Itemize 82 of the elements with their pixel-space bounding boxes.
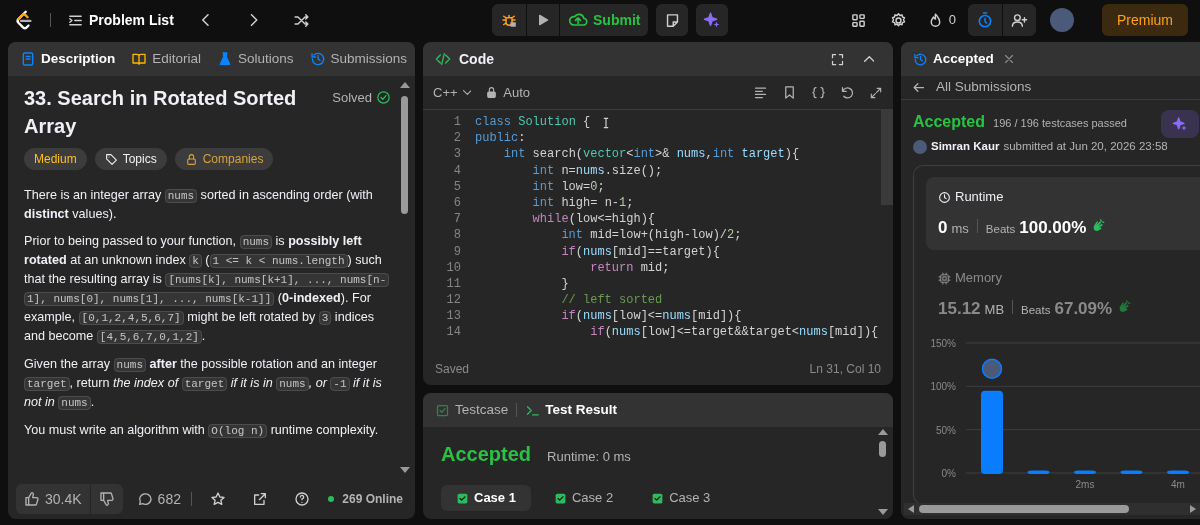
line-number: 7	[452, 211, 462, 228]
language-select[interactable]: C++	[433, 82, 472, 103]
companies-button[interactable]: Companies	[174, 148, 274, 170]
topics-button[interactable]: Topics	[94, 148, 167, 170]
beats-value: 67.09%	[1054, 297, 1113, 320]
code-line: public:	[475, 130, 526, 147]
line-number: 12	[445, 292, 462, 309]
line-number: 2	[452, 130, 462, 147]
submission-time: submitted at Jun 20, 2026 23:58	[1003, 139, 1168, 154]
stat-value: 0	[938, 216, 948, 239]
line-number: 10	[445, 259, 462, 276]
line-number: 6	[452, 194, 462, 212]
code-line: if(nums[mid]==target){	[560, 243, 720, 260]
axis-label: 150%	[930, 338, 956, 350]
comments-button[interactable]: 682	[136, 488, 181, 510]
save-status: Saved	[435, 361, 470, 378]
axis-label: 50%	[936, 424, 956, 436]
axis-label: 0%	[941, 468, 956, 480]
code-line: return mid;	[589, 259, 670, 276]
code-line: int mid=low+(high-low)/2;	[560, 227, 742, 244]
runtime-text: Runtime: 0 ms	[547, 448, 631, 466]
problem-list-button[interactable]: Problem List	[67, 4, 174, 36]
code-line: int high= n-1;	[531, 194, 634, 212]
stat-value: 15.12	[938, 297, 981, 320]
stat-unit: MB	[984, 300, 1005, 319]
beats-label: Beats	[1021, 302, 1051, 318]
code-line: if(nums[low]<=nums[mid]){	[560, 308, 742, 325]
code-line: while(low<=high){	[531, 211, 656, 228]
panel-tab[interactable]: Description	[20, 48, 116, 70]
code-line: int search(vector<int>& nums,int target){	[502, 146, 800, 163]
code-line: class Solution {	[475, 114, 591, 131]
code-line: int n=nums.size();	[531, 162, 663, 179]
stat-label: Runtime	[955, 188, 1004, 207]
panel-tab[interactable]: Testcase	[435, 399, 509, 421]
submission-status: Accepted	[913, 112, 986, 132]
beats-value: 100.00%	[1019, 216, 1087, 239]
stat-unit: ms	[951, 219, 969, 238]
mode-button[interactable]: Auto	[485, 82, 530, 103]
description-paragraph: Given the array nums after the possible rotation and an integer target , return the index of target if it is in nums , or -1 if it is not in nums .	[24, 356, 383, 412]
line-number: 8	[452, 227, 462, 244]
stat-panel[interactable]: Memory 15.12 MB Beats 67.09%	[926, 258, 1200, 332]
code-line: int low=0;	[531, 178, 605, 195]
panel-tab[interactable]: Submissions	[309, 48, 408, 70]
description-paragraph: There is an integer array nums sorted in ascending order (with distinct values).	[24, 187, 374, 223]
testcases-passed: 196 / 196 testcases passed	[993, 116, 1127, 131]
panel-tab[interactable]: Test Result	[525, 399, 618, 421]
line-number: 1	[452, 114, 462, 131]
result-status: Accepted	[441, 442, 532, 467]
description-paragraph: Prior to being passed to your function, nums is possibly left rotated at an unknown index k ( 1 <= k < nums.length ) such that the resulting array is [nums[k], nums[k+1], ..., nums[n-1], nums[0], nums[1], ..., nums[k-1]] (0-indexed). For example, [0,1,2,4,5,6,7] might be left rotated by 3 indices and become [4,5,6,7,0,1,2] .	[24, 232, 391, 346]
status-label: Solved	[332, 89, 372, 107]
line-number: 11	[445, 275, 462, 293]
axis-label: 100%	[930, 381, 956, 393]
panel-tab[interactable]: Solutions	[217, 48, 294, 70]
online-count: 269 Online	[342, 491, 403, 508]
streak-button[interactable]: 0	[922, 4, 960, 36]
cursor-position: Ln 31, Col 10	[809, 361, 881, 378]
all-submissions-link[interactable]: All Submissions	[911, 77, 1032, 98]
author-link[interactable]: Simran Kaur	[931, 138, 1000, 156]
stat-panel[interactable]: Runtime 0 ms Beats 100.00%	[926, 177, 1200, 251]
case-tab[interactable]: Case 1	[441, 485, 531, 511]
panel-tab[interactable]: Accepted	[913, 48, 994, 70]
axis-label: 2ms	[1075, 479, 1095, 491]
line-number: 3	[452, 146, 462, 163]
line-number: 13	[445, 308, 462, 325]
line-number: 4	[452, 162, 462, 179]
code-line: }	[560, 275, 569, 293]
difficulty-tag[interactable]: Medium	[24, 148, 87, 170]
panel-tab[interactable]: Editorial	[131, 48, 202, 70]
problem-title: 33. Search in Rotated Sorted Array	[24, 86, 298, 139]
case-tab[interactable]: Case 2	[538, 485, 629, 511]
line-number: 5	[452, 178, 462, 195]
line-number: 9	[452, 243, 462, 260]
beats-label: Beats	[985, 221, 1016, 237]
case-tab[interactable]: Case 3	[636, 485, 726, 511]
premium-button[interactable]: Premium	[1102, 4, 1188, 36]
axis-label: 4m	[1171, 479, 1185, 491]
description-paragraph: You must write an algorithm with O(log n) runtime complexity.	[24, 422, 380, 440]
line-number: 14	[445, 324, 462, 341]
stat-label: Memory	[955, 269, 1002, 288]
code-line: if(nums[low]<=target&&target<nums[mid]){	[589, 324, 879, 341]
code-line: // left sorted	[560, 292, 663, 309]
panel-title: Code	[459, 49, 494, 69]
